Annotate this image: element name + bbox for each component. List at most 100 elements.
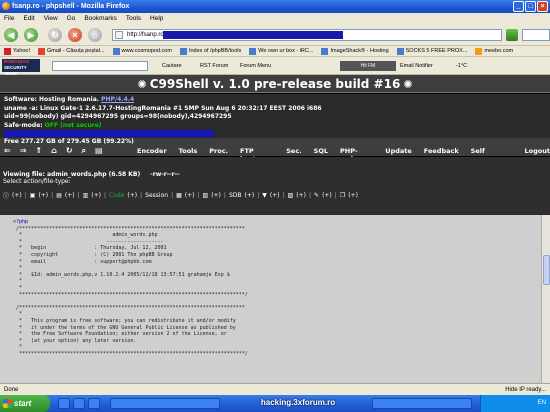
source-line: * $Id: admin_words.php,v 1.10.2.4 2005/1… — [16, 271, 230, 278]
url-redaction — [163, 31, 343, 39]
php-version-link[interactable]: PHP/4.4.4 — [101, 96, 134, 103]
free-space: Free 277.27 GB of 279.45 GB (99.22%) — [4, 138, 134, 145]
source-line: * the Free Software Foundation; either v… — [16, 331, 227, 338]
menu-bookmarks[interactable]: Bookmarks — [84, 13, 117, 24]
source-line: * copyright : (C) 2001 The phpBB Group — [16, 251, 173, 258]
window-titlebar[interactable]: fsanp.ro - phpshell - Mozilla Firefox _ … — [0, 0, 550, 13]
select-action-label: Select action/file-type: — [3, 178, 71, 185]
minimize-button[interactable]: _ — [513, 1, 524, 12]
back-button[interactable]: ◀ — [4, 28, 18, 42]
file-actions: ⓘ (+) | ▣ (+) | ▤ (+) | ▥ (+) | Code (+) | Session… — [3, 191, 358, 200]
download-icon[interactable]: ▼ — [262, 192, 267, 199]
info-icon[interactable]: ⓘ — [3, 191, 9, 200]
menu-tools[interactable]: Tools — [126, 13, 141, 24]
action-session[interactable]: Session — [145, 192, 168, 199]
action-download[interactable]: (+) — [270, 192, 280, 199]
source-line: * — [16, 265, 23, 272]
status-bar: Done Hide IP ready... — [0, 383, 550, 395]
source-line: /***************************************… — [16, 304, 245, 311]
source-line: * — [16, 311, 23, 318]
action-exe[interactable]: (+) — [185, 192, 195, 199]
notepad-icon[interactable]: ▨ — [288, 192, 294, 199]
action-code-plus[interactable]: (+) — [127, 192, 137, 199]
go-button[interactable] — [506, 29, 518, 41]
bookmark-yahoo[interactable]: Yahoo! — [4, 46, 30, 56]
bookmark-gmail[interactable]: Gmail - Căsuța poștal... — [38, 46, 105, 56]
stop-button[interactable]: × — [68, 28, 82, 42]
menu-file[interactable]: File — [4, 13, 14, 24]
menu-go[interactable]: Go — [67, 13, 76, 24]
rst-forum-link[interactable]: RST Forum — [200, 62, 228, 71]
navigation-toolbar: ◀ ▶ ↻ × ⌂ http://fsanp.ro/ — [0, 24, 550, 46]
scrollbar[interactable] — [541, 215, 550, 383]
back-arrow-icon[interactable]: ⇐ — [4, 146, 11, 156]
action-sdb-plus[interactable]: (+) — [244, 192, 254, 199]
bookmark-cosmopod[interactable]: www.cosmopod.com — [112, 46, 172, 56]
scrollbar-thumb[interactable] — [543, 255, 550, 285]
html-icon[interactable]: ▣ — [30, 192, 36, 199]
quicklaunch-icon[interactable] — [58, 398, 70, 409]
quicklaunch-icon[interactable] — [73, 398, 85, 409]
page-icon — [112, 47, 120, 55]
window-title: fsanp.ro - phpshell - Mozilla Firefox — [12, 3, 130, 10]
menu-edit[interactable]: Edit — [23, 13, 34, 24]
cautare-button[interactable]: Cautare — [162, 62, 182, 71]
bookmark-socks5[interactable]: SOCKS 5 FREE PROX... — [396, 46, 467, 56]
status-text: Done — [4, 387, 19, 393]
quicklaunch-icon[interactable] — [88, 398, 100, 409]
shell-header: ✺ C99Shell v. 1.0 pre-release build #16 ✺ — [0, 75, 550, 93]
reload-button[interactable]: ↻ — [48, 28, 62, 42]
menu-view[interactable]: View — [44, 13, 58, 24]
maximize-button[interactable]: □ — [525, 1, 536, 12]
forward-arrow-icon[interactable]: ⇒ — [20, 146, 27, 156]
menu-help[interactable]: Help — [150, 13, 163, 24]
action-notepad[interactable]: (+) — [296, 192, 306, 199]
action-image[interactable]: (+) — [211, 192, 221, 199]
addon-toolbar: ROMANIAN SECURITY TEAM Cautare RST Forum… — [0, 57, 550, 76]
copy-icon[interactable]: ❐ — [340, 192, 345, 199]
url-input[interactable]: http://fsanp.ro/ — [112, 29, 502, 41]
ini-icon[interactable]: ▥ — [83, 192, 89, 199]
exe-icon[interactable]: ▦ — [176, 192, 182, 199]
edit-icon[interactable]: ✎ — [314, 192, 319, 199]
action-copy[interactable]: (+) — [348, 192, 358, 199]
image-icon[interactable]: ▧ — [203, 192, 209, 199]
up-arrow-icon[interactable]: ⇑ — [35, 146, 42, 156]
viewing-label: Viewing file: — [3, 171, 45, 178]
buffer-icon[interactable]: ▤ — [95, 146, 103, 156]
url-text: http://fsanp.ro/ — [127, 32, 166, 38]
search-input[interactable] — [522, 29, 550, 41]
system-tray: EN — [480, 395, 550, 412]
forward-button[interactable]: ▶ — [24, 28, 38, 42]
search-icon[interactable]: ⌕ — [82, 146, 86, 156]
radio-slider[interactable]: Hit FM — [340, 61, 396, 71]
windows-taskbar: start hacking.3xforum.ro EN — [0, 395, 550, 412]
taskbar-window[interactable] — [372, 398, 472, 409]
addon-search-field[interactable] — [52, 61, 148, 71]
action-html[interactable]: (+) — [38, 192, 48, 199]
taskbar-window-firefox[interactable] — [110, 398, 220, 409]
txt-icon[interactable]: ▤ — [56, 192, 62, 199]
rst-logo: ROMANIAN SECURITY TEAM — [2, 59, 40, 76]
bookmark-phpbb-tools[interactable]: Index of /phpBB/tools — [179, 46, 241, 56]
refresh-icon[interactable]: ↻ — [66, 146, 73, 156]
action-code[interactable]: Code — [109, 192, 124, 199]
bookmark-imageshack[interactable]: ImageShack® - Hosting — [321, 46, 389, 56]
home-button[interactable]: ⌂ — [88, 28, 102, 42]
action-txt[interactable]: (+) — [65, 192, 75, 199]
language-indicator[interactable]: EN — [538, 400, 546, 406]
start-button[interactable]: start — [0, 395, 50, 412]
action-sdb[interactable]: SDB — [229, 192, 242, 199]
email-notifier-button[interactable]: Email Notifier — [400, 62, 433, 71]
action-info[interactable]: (+) — [12, 192, 22, 199]
forum-menu-button[interactable]: Forum Menu — [240, 62, 271, 71]
server-info: Software: Hosting Romania. PHP/4.4.4 una… — [0, 94, 550, 138]
close-button[interactable]: × — [537, 1, 548, 12]
bookmark-meebo[interactable]: meebo.com — [475, 46, 513, 56]
action-ini[interactable]: (+) — [91, 192, 101, 199]
weather-temp: -1°C — [456, 63, 468, 69]
shell-title: C99Shell v. 1.0 pre-release build #16 — [149, 77, 401, 91]
home-icon[interactable]: ⌂ — [51, 146, 57, 156]
bookmark-irc[interactable]: We own ur box - iRC... — [249, 46, 313, 56]
action-edit[interactable]: (+) — [322, 192, 332, 199]
